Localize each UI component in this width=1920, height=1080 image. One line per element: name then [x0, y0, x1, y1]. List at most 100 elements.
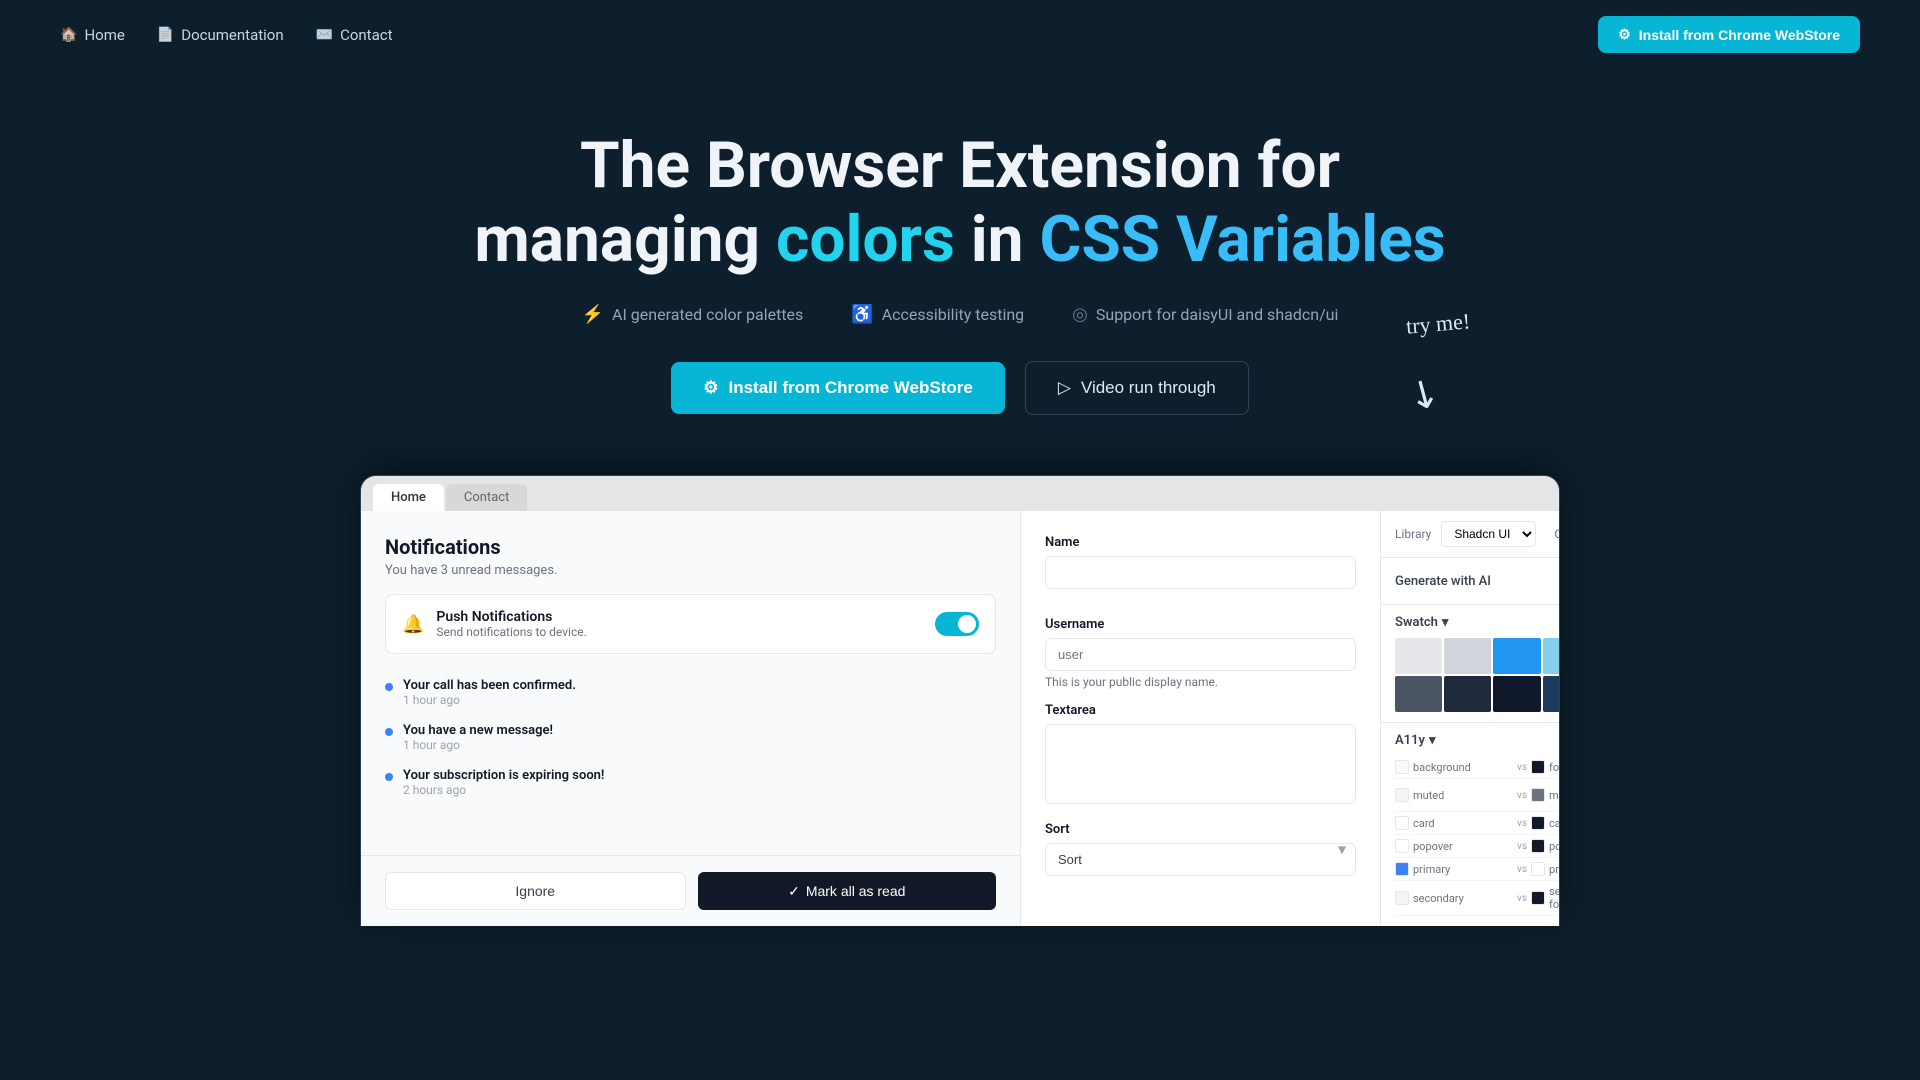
notif-item-text: You have a new message! [403, 723, 553, 738]
nav-documentation[interactable]: 📄 Documentation [157, 26, 284, 44]
notif-item-time: 2 hours ago [403, 783, 604, 797]
a11y-fg-swatch [1531, 760, 1545, 774]
navigation: 🏠 Home 📄 Documentation ✉️ Contact ⚙ Inst… [0, 0, 1920, 69]
browser-tab-contact[interactable]: Contact [446, 484, 527, 511]
textarea-input[interactable] [1045, 724, 1356, 804]
browser-tabs: Home Contact [361, 476, 1559, 511]
swatch-cell[interactable] [1493, 638, 1540, 674]
chrome-icon: ⚙ [1618, 26, 1631, 43]
demo-content: Notifications You have 3 unread messages… [361, 511, 1559, 926]
username-helper: This is your public display name. [1045, 675, 1356, 689]
a11y-row: primary vs primary-foreground Contrast 5… [1395, 858, 1560, 881]
form-panel: Name Username This is your public displa… [1021, 511, 1381, 926]
a11y-bg-swatch [1395, 760, 1409, 774]
nav-install-button[interactable]: ⚙ Install from Chrome WebStore [1598, 16, 1860, 53]
notifications-body: Notifications You have 3 unread messages… [361, 511, 1020, 855]
notif-item-3: Your subscription is expiring soon! 2 ho… [385, 760, 996, 805]
generate-row: Generate with AI Go ✦ [1381, 558, 1560, 605]
unread-dot [385, 773, 393, 781]
swatch-cell[interactable] [1493, 676, 1540, 712]
hero-section: The Browser Extension for managing color… [0, 69, 1920, 455]
notif-item-time: 1 hour ago [403, 693, 576, 707]
a11y-row: secondary vs secondary-foreground Contra… [1395, 881, 1560, 916]
library-label: Library [1395, 527, 1431, 541]
hero-video-button[interactable]: ▷ Video run through [1025, 361, 1249, 415]
try-me-arrow: ↙ [1399, 366, 1449, 421]
push-toggle[interactable] [935, 612, 979, 636]
notif-item-content: Your call has been confirmed. 1 hour ago [403, 678, 576, 707]
swatch-grid [1395, 638, 1560, 712]
swatch-cell[interactable] [1395, 676, 1442, 712]
feature-ai: ⚡ AI generated color palettes [582, 304, 804, 325]
play-icon: ▷ [1058, 378, 1071, 398]
hero-install-button[interactable]: ⚙ Install from Chrome WebStore [671, 362, 1005, 414]
notif-item-time: 1 hour ago [403, 738, 553, 752]
nav-contact[interactable]: ✉️ Contact [316, 26, 393, 44]
home-icon: 🏠 [60, 27, 77, 43]
sort-select[interactable]: Sort [1045, 843, 1356, 876]
nav-links: 🏠 Home 📄 Documentation ✉️ Contact [60, 26, 393, 44]
bell-icon: 🔔 [402, 614, 424, 635]
sort-field-group: Sort Sort ▾ [1045, 822, 1356, 876]
notifications-actions: Ignore ✓ Mark all as read [361, 855, 1020, 926]
textarea-label: Textarea [1045, 703, 1356, 718]
a11y-bg-swatch [1395, 862, 1409, 876]
a11y-fg-swatch [1531, 839, 1545, 853]
name-label: Name [1045, 535, 1356, 550]
swatch-cell[interactable] [1543, 676, 1560, 712]
textarea-field-group: Textarea [1045, 703, 1356, 808]
generate-label: Generate with AI [1395, 574, 1491, 589]
push-text: Push Notifications Send notifications to… [436, 609, 923, 639]
a11y-fg-swatch [1531, 891, 1545, 905]
feature-a11y: ♿ Accessibility testing [851, 304, 1024, 325]
a11y-row: background vs foreground Contrast 18.54 … [1395, 756, 1560, 779]
unread-dot [385, 728, 393, 736]
a11y-fg-swatch [1531, 862, 1545, 876]
feature-support: ◎ Support for daisyUI and shadcn/ui [1072, 304, 1338, 325]
swatch-header[interactable]: Swatch ▾ [1395, 615, 1560, 630]
mark-all-read-button[interactable]: ✓ Mark all as read [698, 872, 997, 910]
push-desc: Send notifications to device. [436, 625, 923, 639]
browser-tab-home[interactable]: Home [373, 484, 444, 511]
push-label: Push Notifications [436, 609, 923, 625]
swatch-cell[interactable] [1444, 676, 1491, 712]
swatch-cell[interactable] [1395, 638, 1442, 674]
name-field-group: Name [1045, 535, 1356, 603]
username-field-group: Username This is your public display nam… [1045, 617, 1356, 689]
swatch-cell[interactable] [1444, 638, 1491, 674]
a11y-header[interactable]: A11y ▾ [1395, 733, 1560, 748]
a11y-bg-swatch [1395, 891, 1409, 905]
notif-item-1: Your call has been confirmed. 1 hour ago [385, 670, 996, 715]
format-label: Color Format [1554, 527, 1560, 541]
notif-item-2: You have a new message! 1 hour ago [385, 715, 996, 760]
push-notifications-row: 🔔 Push Notifications Send notifications … [385, 594, 996, 654]
chevron-down-icon: ▾ [1429, 733, 1436, 748]
a11y-bg-swatch [1395, 839, 1409, 853]
chevron-down-icon: ▾ [1442, 615, 1449, 630]
hero-features: ⚡ AI generated color palettes ♿ Accessib… [60, 304, 1860, 325]
name-input[interactable] [1045, 556, 1356, 589]
notif-item-content: You have a new message! 1 hour ago [403, 723, 553, 752]
a11y-bg-swatch [1395, 788, 1409, 802]
accessibility-icon: ♿ [851, 304, 873, 325]
username-label: Username [1045, 617, 1356, 632]
a11y-row: muted vs muted-foreground Contrast 4.34 … [1395, 779, 1560, 812]
notifications-panel: Notifications You have 3 unread messages… [361, 511, 1021, 926]
swatch-section: Swatch ▾ [1381, 605, 1560, 723]
demo-screen: Home Contact Notifications You have 3 un… [360, 475, 1560, 926]
ignore-button[interactable]: Ignore [385, 872, 686, 910]
chrome-icon-hero: ⚙ [703, 378, 718, 398]
hero-title: The Browser Extension for managing color… [60, 129, 1860, 276]
demo-wrapper: Home Contact Notifications You have 3 un… [0, 455, 1920, 926]
lightning-icon: ⚡ [582, 304, 604, 325]
nav-home[interactable]: 🏠 Home [60, 26, 125, 44]
a11y-fg-swatch [1531, 816, 1545, 830]
browser-chrome: Home Contact Notifications You have 3 un… [361, 476, 1559, 926]
username-input[interactable] [1045, 638, 1356, 671]
a11y-rows: background vs foreground Contrast 18.54 … [1395, 756, 1560, 916]
notif-item-text: Your call has been confirmed. [403, 678, 576, 693]
sort-label: Sort [1045, 822, 1356, 837]
swatch-cell[interactable] [1543, 638, 1560, 674]
library-select[interactable]: Shadcn UI [1441, 521, 1536, 547]
circle-icon: ◎ [1072, 304, 1088, 325]
